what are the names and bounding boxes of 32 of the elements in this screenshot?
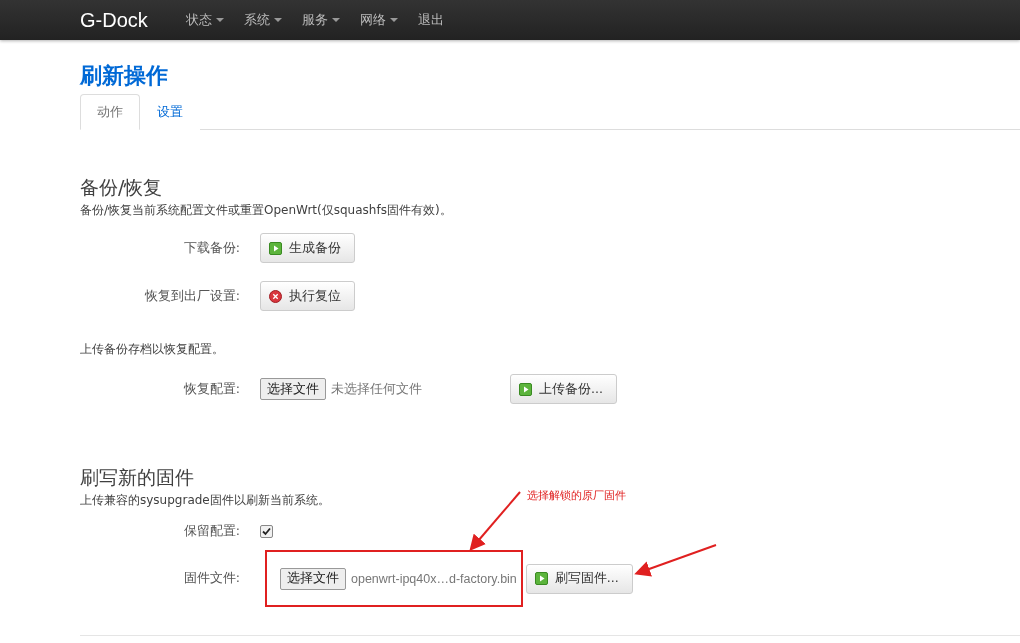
section-description: 备份/恢复当前系统配置文件或重置OpenWrt(仅squashfs固件有效)。 bbox=[80, 202, 452, 219]
section-title: 刷写新的固件 bbox=[80, 465, 195, 490]
action-button[interactable]: 执行复位 bbox=[260, 281, 355, 311]
field-label: 下载备份: bbox=[182, 239, 241, 257]
nav-menu-item[interactable]: 网络 bbox=[359, 11, 398, 29]
nav-menu-item[interactable]: 系统 bbox=[243, 11, 282, 29]
play-icon bbox=[534, 572, 548, 585]
section-note: 上传备份存档以恢复配置。 bbox=[80, 341, 225, 358]
play-icon bbox=[519, 382, 532, 396]
field-label: 固件文件: bbox=[182, 570, 241, 587]
section-title: 备份/恢复 bbox=[80, 175, 164, 200]
stop-icon bbox=[269, 289, 282, 303]
annotation-text: 选择解锁的原厂固件 bbox=[527, 489, 626, 503]
page-title: 刷新操作 bbox=[80, 62, 169, 90]
choose-file-button[interactable]: 选择文件 bbox=[260, 378, 326, 400]
field-label: 恢复到出厂设置: bbox=[143, 287, 241, 305]
section-description: 上传兼容的sysupgrade固件以刷新当前系统。 bbox=[80, 492, 330, 509]
nav-menu-item[interactable]: 服务 bbox=[301, 11, 340, 29]
file-status: 未选择任何文件 bbox=[331, 380, 422, 398]
action-button[interactable]: 上传备份... bbox=[510, 374, 617, 404]
brand-logo[interactable]: G-Dock bbox=[80, 8, 148, 32]
field-label: 保留配置: bbox=[182, 523, 241, 540]
nav-menu-item[interactable]: 状态 bbox=[185, 11, 224, 29]
action-button[interactable]: 刷写固件... bbox=[525, 563, 633, 594]
file-status: openwrt-ipq40x…d-factory.bin bbox=[351, 571, 517, 586]
action-button[interactable]: 生成备份 bbox=[260, 233, 355, 263]
checkbox[interactable] bbox=[260, 525, 273, 538]
nav-menu-item[interactable]: 退出 bbox=[417, 11, 444, 29]
tab[interactable]: 动作 bbox=[80, 94, 140, 130]
play-icon bbox=[269, 241, 282, 255]
field-label: 恢复配置: bbox=[182, 380, 241, 398]
choose-file-button[interactable]: 选择文件 bbox=[280, 567, 346, 590]
